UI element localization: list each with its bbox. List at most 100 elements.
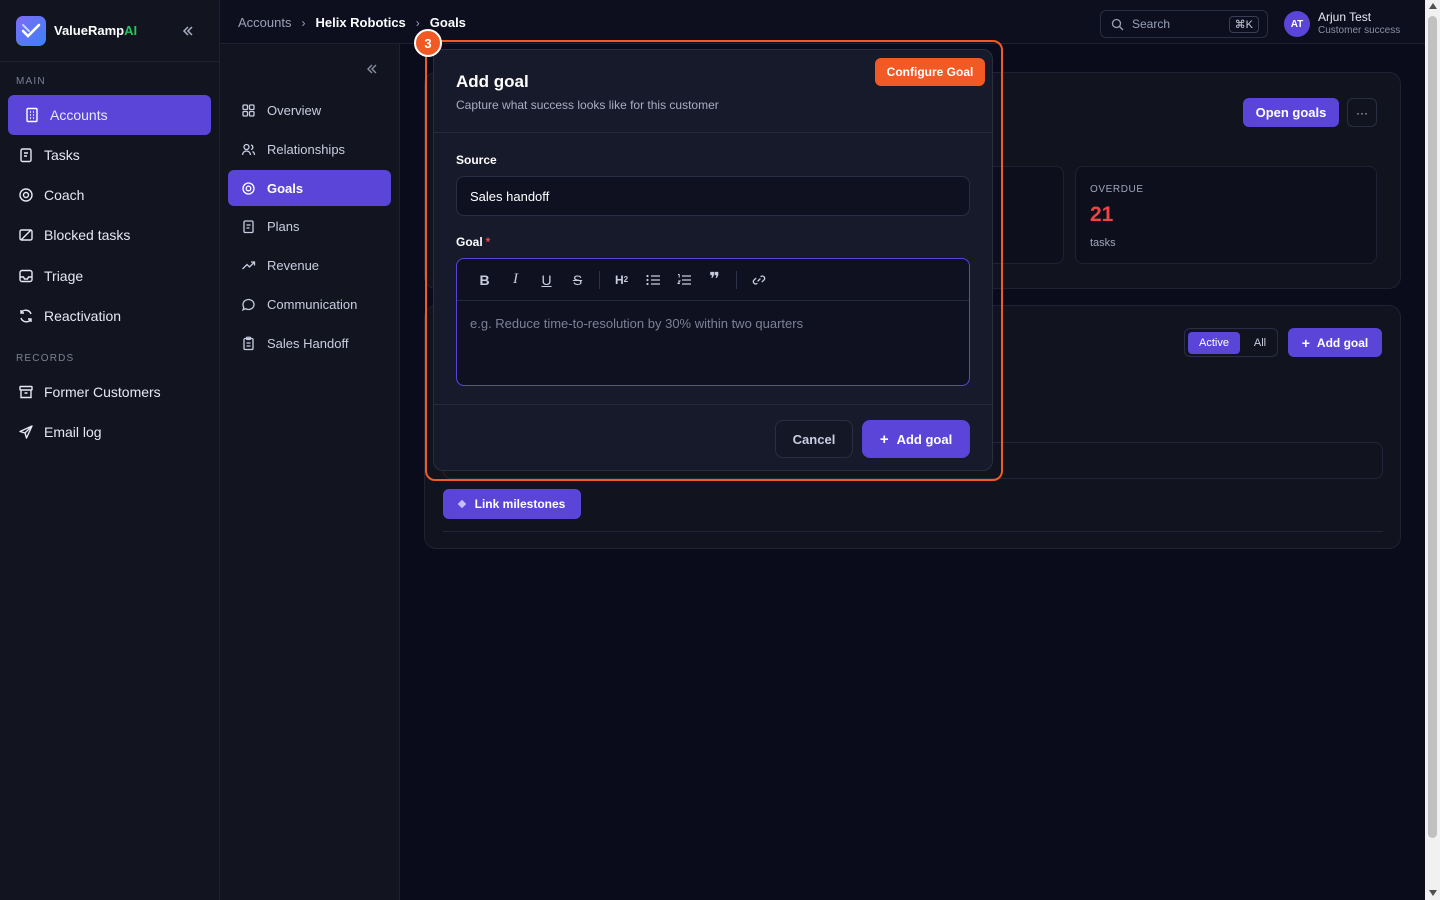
avatar[interactable]: AT [1284,11,1310,37]
building-icon [26,107,38,123]
numbered-list-icon[interactable] [668,266,699,294]
search-shortcut: ⌘K [1228,15,1259,33]
goal-filter-toggle: Active All [1184,328,1278,357]
main-section-label: MAIN [16,76,46,87]
sidebar-item-email-log[interactable]: Email log [8,413,211,451]
target-icon [242,181,255,195]
account-subnav: Overview Relationships Goals Plans Reven… [220,44,400,900]
clipboard-list-icon [243,336,254,350]
clipboard-icon [243,219,254,233]
goal-label: Goal * [456,235,491,249]
submit-add-goal-button[interactable]: + Add goal [862,420,970,458]
toolbar-separator [599,270,600,289]
overdue-label: OVERDUE [1090,184,1144,195]
sidebar-item-reactivation[interactable]: Reactivation [8,297,211,335]
more-options-icon[interactable]: ··· [1347,98,1377,127]
italic-icon[interactable]: I [500,266,531,294]
sidebar-item-label: Coach [44,187,85,203]
subnav-item-communication[interactable]: Communication [228,286,391,322]
sidebar-item-accounts[interactable]: Accounts [8,95,211,135]
sidebar-item-label: Accounts [50,107,108,123]
chevron-right-icon: › [415,15,420,30]
breadcrumb-current: Goals [429,15,466,30]
overdue-stat: OVERDUE 21 tasks [1075,166,1377,264]
cancel-button[interactable]: Cancel [775,420,853,458]
add-goal-modal: Configure Goal Add goal Capture what suc… [433,49,993,471]
source-label: Source [456,153,497,167]
subnav-item-revenue[interactable]: Revenue [228,247,391,283]
grid-icon [242,103,255,117]
bullet-list-icon[interactable] [637,266,668,294]
goal-editor[interactable]: B I U S H2 ❞ e.g. Reduce time-to-resolut… [456,258,970,386]
scroll-thumb[interactable] [1428,16,1437,838]
modal-divider [434,132,992,133]
sidebar-item-coach[interactable]: Coach [8,176,211,214]
sidebar-item-label: Triage [44,268,84,284]
subnav-item-plans[interactable]: Plans [228,208,391,244]
configure-goal-button[interactable]: Configure Goal [875,58,985,86]
subnav-item-goals[interactable]: Goals [228,170,391,206]
trend-up-icon [242,260,256,269]
add-goal-label: Add goal [1316,335,1369,350]
goal-placeholder: e.g. Reduce time-to-resolution by 30% wi… [470,316,804,331]
heading-icon[interactable]: H2 [606,266,637,294]
user-name[interactable]: Arjun Test [1318,10,1371,24]
sidebar-item-triage[interactable]: Triage [8,257,211,295]
sidebar-item-former-customers[interactable]: Former Customers [8,373,211,411]
link-icon[interactable] [743,266,774,294]
sidebar-item-label: Reactivation [44,308,122,324]
scroll-up-icon[interactable] [1429,3,1437,9]
chevron-right-icon: › [301,15,306,30]
filter-all-option[interactable]: All [1247,332,1273,354]
collapse-subnav-icon[interactable] [365,62,379,81]
subnav-item-sales-handoff[interactable]: Sales Handoff [228,325,391,361]
editor-toolbar: B I U S H2 ❞ [457,259,969,301]
source-field[interactable]: Sales handoff [456,176,970,216]
strikethrough-icon[interactable]: S [562,266,593,294]
subnav-item-label: Communication [267,296,358,312]
subnav-item-label: Relationships [267,141,346,157]
list-divider [443,531,1383,532]
breadcrumb-account[interactable]: Helix Robotics [315,15,405,30]
open-goals-button[interactable]: Open goals [1243,98,1339,127]
sidebar-item-tasks[interactable]: Tasks [8,136,211,174]
logo-icon [16,15,46,46]
scroll-down-icon[interactable] [1429,890,1437,896]
subnav-item-label: Sales Handoff [267,335,349,351]
search-placeholder: Search [1132,17,1171,31]
sidebar-item-label: Email log [44,424,102,440]
bold-icon[interactable]: B [469,266,500,294]
collapse-sidebar-icon[interactable] [178,21,198,41]
modal-title: Add goal [456,72,529,91]
underline-icon[interactable]: U [531,266,562,294]
search-icon [1111,18,1124,30]
modal-footer-divider [434,404,992,405]
subnav-item-overview[interactable]: Overview [228,92,391,128]
overdue-unit: tasks [1090,237,1116,249]
records-section-label: RECORDS [16,353,75,364]
breadcrumb-accounts[interactable]: Accounts [238,15,291,30]
sidebar-item-label: Former Customers [44,384,161,400]
page-scrollbar[interactable] [1425,0,1440,900]
quote-icon[interactable]: ❞ [699,266,730,294]
archive-icon [19,385,33,399]
search-input[interactable]: Search ⌘K [1100,10,1268,38]
subnav-item-label: Goals [267,180,304,196]
sidebar-item-label: Blocked tasks [44,227,131,243]
top-bar: Accounts › Helix Robotics › Goals Search… [220,0,1425,44]
subnav-item-label: Overview [267,102,322,118]
user-role: Customer success [1318,25,1401,36]
target-icon [19,188,33,202]
link-milestones-button[interactable]: Link milestones [443,489,581,519]
filter-active-option[interactable]: Active [1188,332,1240,354]
sidebar-item-blocked-tasks[interactable]: Blocked tasks [8,216,211,254]
add-goal-button[interactable]: + Add goal [1288,328,1382,357]
subnav-item-label: Revenue [267,257,320,273]
step-badge: 3 [414,29,442,57]
chat-icon [241,298,255,311]
overdue-value: 21 [1090,203,1114,226]
required-marker: * [485,235,491,249]
sidebar: ValueRampAI MAIN Accounts Tasks Coach Bl… [0,0,220,900]
subnav-item-relationships[interactable]: Relationships [228,131,391,167]
breadcrumb: Accounts › Helix Robotics › Goals [238,15,466,30]
